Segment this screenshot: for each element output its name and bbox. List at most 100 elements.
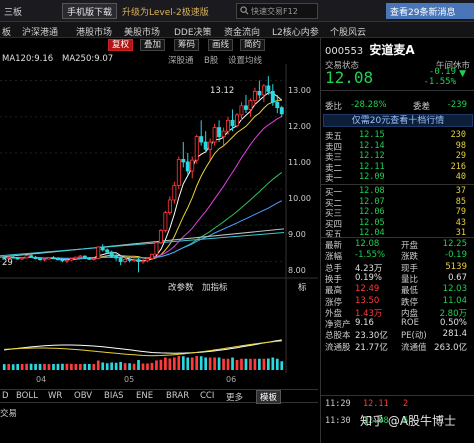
nav-item-hk-market[interactable]: 港股市场	[76, 25, 112, 38]
tab-boll[interactable]: BOLL	[16, 391, 38, 401]
tab-obv[interactable]: OBV	[74, 391, 92, 401]
indicator-bar	[105, 363, 109, 370]
indicator-bar	[172, 357, 176, 370]
indicator-cap-label: 标	[298, 283, 307, 293]
nav-item-hk-connect[interactable]: 沪深港通	[22, 25, 58, 38]
stat-value: 4.23万	[355, 263, 383, 274]
watermark: 知乎 @A股牛博士	[360, 414, 457, 428]
candle-body	[123, 258, 128, 262]
level10-upsell-banner[interactable]: 仅需20元查看十档行情	[323, 114, 473, 127]
candle-body	[127, 258, 132, 261]
divider	[321, 90, 474, 91]
stat-value: 13.50	[355, 295, 380, 306]
add-indicator-button[interactable]: 加指标	[202, 281, 228, 293]
tab-template[interactable]: 模板	[256, 390, 282, 404]
stats-divider	[321, 237, 474, 238]
indicator-bar	[195, 356, 199, 370]
candle-body	[194, 136, 199, 161]
candle-body	[73, 256, 78, 260]
ma-line	[4, 172, 283, 259]
stock-title: 000553 安道麦A	[325, 41, 415, 58]
indicator-bar	[141, 363, 145, 370]
indicator-bar	[83, 363, 87, 370]
ask-price: 12.14	[359, 140, 385, 151]
stat-label: 涨跌	[401, 252, 419, 263]
candle-body	[172, 185, 177, 201]
indicator-bar	[190, 357, 194, 370]
tab-more[interactable]: 更多	[226, 391, 243, 403]
bid-volume: 79	[455, 207, 466, 218]
tab-bias[interactable]: BIAS	[104, 391, 124, 401]
candle-body	[176, 159, 181, 186]
nav-item-us-market[interactable]: 美股市场	[124, 25, 160, 38]
candle-body	[15, 257, 20, 260]
ask-price: 12.15	[359, 130, 385, 140]
long-ma-line	[0, 232, 285, 257]
kline-chart-panel[interactable]: 复权 叠加 筹码 画线 简约 MA120:9.16 MA250:9.07 深股通…	[0, 38, 318, 443]
indicator-bar	[280, 361, 284, 370]
indicator-bar	[38, 364, 42, 370]
indicator-bar	[43, 363, 46, 370]
ma-line	[4, 99, 282, 260]
candle-body	[270, 90, 275, 103]
tab-brar[interactable]: BRAR	[166, 391, 189, 401]
stats-row: 流通股 21.77亿 流通值 263.0亿	[325, 341, 471, 353]
candle-body	[235, 114, 239, 127]
candle-body	[114, 256, 119, 259]
candle-body	[60, 259, 65, 262]
price-tick-13: 13.00	[288, 86, 311, 95]
nav-item-l2-insight[interactable]: L2核心内参	[272, 25, 319, 38]
candle-body	[145, 258, 150, 262]
candle-body	[190, 159, 195, 172]
nav-item-capital-flow[interactable]: 资金流向	[224, 25, 260, 38]
trade-tab[interactable]: 交易	[0, 407, 17, 419]
stats-row: 涨停 13.50 跌停 11.04	[325, 295, 471, 308]
tab-wr[interactable]: WR	[48, 391, 62, 401]
candle-body	[69, 258, 74, 261]
stat-label: 现手	[401, 263, 419, 274]
orderbook-divider	[321, 184, 474, 185]
mobile-download-button[interactable]: 手机版下载	[62, 3, 118, 19]
tab-cci[interactable]: CCI	[200, 391, 214, 401]
new-messages-button[interactable]: 查看29条新消息	[386, 3, 474, 19]
candle-body	[109, 251, 114, 257]
indicator-bar	[177, 356, 181, 370]
indicator-bar	[226, 358, 230, 370]
price-tick-12: 12.00	[288, 122, 311, 131]
candle-body	[33, 256, 38, 260]
ask-label: 卖一	[325, 174, 343, 185]
change-param-button[interactable]: 改参数	[168, 281, 194, 293]
indicator-bar	[29, 363, 33, 370]
candle-body	[87, 257, 92, 260]
indicator-bar	[266, 358, 270, 370]
top-menu-bar: 三板 手机版下载 升级为Level-2极速版 快速交易F12 查看29条新消息	[0, 0, 474, 22]
tab-d[interactable]: D	[2, 391, 9, 401]
candle-body	[47, 257, 51, 260]
indicator-bar	[181, 356, 185, 370]
nav-item-dde[interactable]: DDE决策	[174, 25, 212, 38]
indicator-bar	[119, 362, 122, 370]
ask-volume: 216	[450, 161, 466, 172]
candle-body	[226, 119, 231, 132]
level2-upgrade-link[interactable]: 升级为Level-2极速版	[122, 5, 209, 18]
indicator-bar	[20, 364, 24, 370]
indicator-line	[4, 339, 282, 354]
date-tick-05: 05	[124, 375, 135, 384]
ma-line	[4, 116, 283, 259]
search-icon	[240, 6, 249, 15]
indicator-bar	[240, 358, 243, 370]
indicator-bar	[7, 364, 11, 370]
indicator-bar	[186, 357, 190, 370]
menu-item-sanban[interactable]: 三板	[4, 5, 22, 18]
indicator-bar	[110, 362, 114, 370]
nav-item-board[interactable]: 板	[2, 25, 11, 38]
candle-body	[55, 257, 60, 261]
indicator-bar	[258, 358, 261, 370]
indicator-bar	[208, 357, 212, 370]
tab-ene[interactable]: ENE	[136, 391, 153, 401]
market-nav-bar: 板 沪深港通 港股市场 美股市场 DDE决策 资金流向 L2核心内参 个股风云	[0, 22, 474, 38]
nav-item-stock-news[interactable]: 个股风云	[330, 25, 366, 38]
ask-price: 12.12	[359, 151, 385, 162]
candle-body	[275, 101, 280, 109]
indicator-bar	[101, 362, 105, 370]
